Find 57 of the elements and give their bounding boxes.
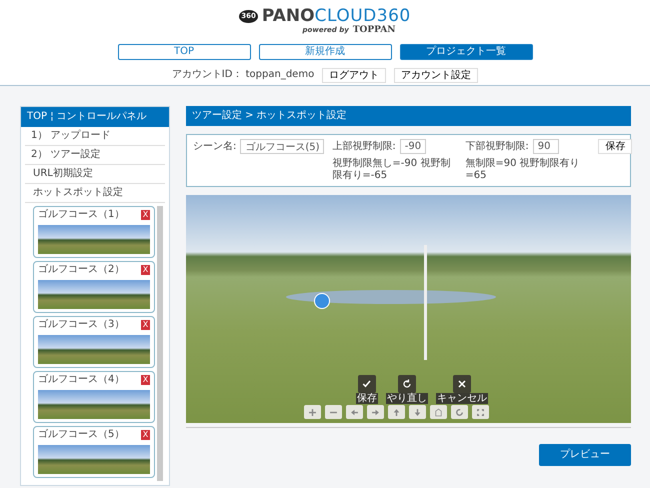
action-label: やり直し: [386, 393, 428, 404]
nav-button[interactable]: プロジェクト一覧: [400, 44, 532, 60]
rotate-icon[interactable]: [451, 405, 468, 419]
sidebar-item[interactable]: 1） アップロード: [25, 127, 165, 146]
scene-title: ゴルフコース（2）: [38, 264, 124, 276]
sidebar-item[interactable]: URL初期設定: [25, 165, 165, 184]
scene-title: ゴルフコース（1）: [38, 209, 124, 221]
hint-text: 無制限=90 視野制限有り=65: [465, 158, 581, 182]
scene-card[interactable]: ゴルフコース（2） X: [33, 261, 155, 313]
account-label: アカウントID： toppan_demo: [172, 69, 314, 82]
scrollbar[interactable]: [157, 206, 163, 481]
account-button[interactable]: ログアウト: [322, 68, 386, 83]
field-label: 上部視野制限:: [332, 140, 396, 152]
delete-button[interactable]: X: [141, 430, 150, 440]
arrow-down-icon[interactable]: [409, 405, 426, 419]
scene-card[interactable]: ゴルフコース（1） X: [33, 206, 155, 258]
delete-button[interactable]: X: [141, 265, 150, 275]
sidebar-item[interactable]: 2） ツアー設定: [25, 146, 165, 165]
field-label: シーン名:: [193, 140, 236, 152]
account-button[interactable]: アカウント設定: [394, 68, 478, 83]
save-button[interactable]: 保存: [598, 139, 632, 154]
arrow-left-icon[interactable]: [346, 405, 363, 419]
preview-button[interactable]: プレビュー: [539, 444, 631, 466]
close-icon[interactable]: [453, 375, 471, 393]
scene-title: ゴルフコース（5）: [38, 429, 124, 441]
delete-button[interactable]: X: [141, 320, 150, 330]
company-name: TOPPAN: [352, 25, 396, 36]
fullscreen-icon[interactable]: [472, 405, 489, 419]
redo-icon[interactable]: [398, 375, 416, 393]
panel-title: TOP ¦ コントロールパネル: [21, 107, 169, 127]
delete-button[interactable]: X: [141, 210, 150, 220]
scene-card[interactable]: ゴルフコース（3） X: [33, 316, 155, 368]
nav-button[interactable]: 新規作成: [258, 44, 392, 60]
scene-card[interactable]: ゴルフコース（5） X: [33, 426, 155, 478]
input-field[interactable]: -90: [400, 139, 426, 154]
delete-button[interactable]: X: [141, 375, 150, 385]
zoom-out-icon[interactable]: [325, 405, 342, 419]
input-field[interactable]: ゴルフコース(5): [240, 139, 324, 154]
home-icon[interactable]: [430, 405, 447, 419]
input-field[interactable]: 90: [532, 139, 559, 154]
scene-title: ゴルフコース（3）: [38, 319, 124, 331]
sidebar-item[interactable]: ホットスポット設定: [25, 184, 165, 203]
scene-card[interactable]: ゴルフコース（4） X: [33, 371, 155, 423]
arrow-right-icon[interactable]: [367, 405, 384, 419]
breadcrumb: ツアー設定 > ホットスポット設定: [186, 106, 631, 126]
arrow-up-icon[interactable]: [388, 405, 405, 419]
action-label: 保存: [356, 393, 378, 404]
hint-text: 視野制限無し=-90 視野制限有り=-65: [332, 158, 452, 182]
action-label: キャンセル: [436, 393, 488, 404]
hotspot-icon[interactable]: [314, 293, 330, 309]
zoom-in-icon[interactable]: [304, 405, 321, 419]
logo-text-bold: PANO: [262, 8, 315, 25]
logo-text-light: CLOUD360: [314, 8, 411, 25]
check-icon[interactable]: [358, 375, 376, 393]
field-label: 下部視野制限:: [465, 140, 529, 152]
nav-button[interactable]: TOP: [118, 44, 250, 60]
scene-title: ゴルフコース（4）: [38, 374, 124, 386]
